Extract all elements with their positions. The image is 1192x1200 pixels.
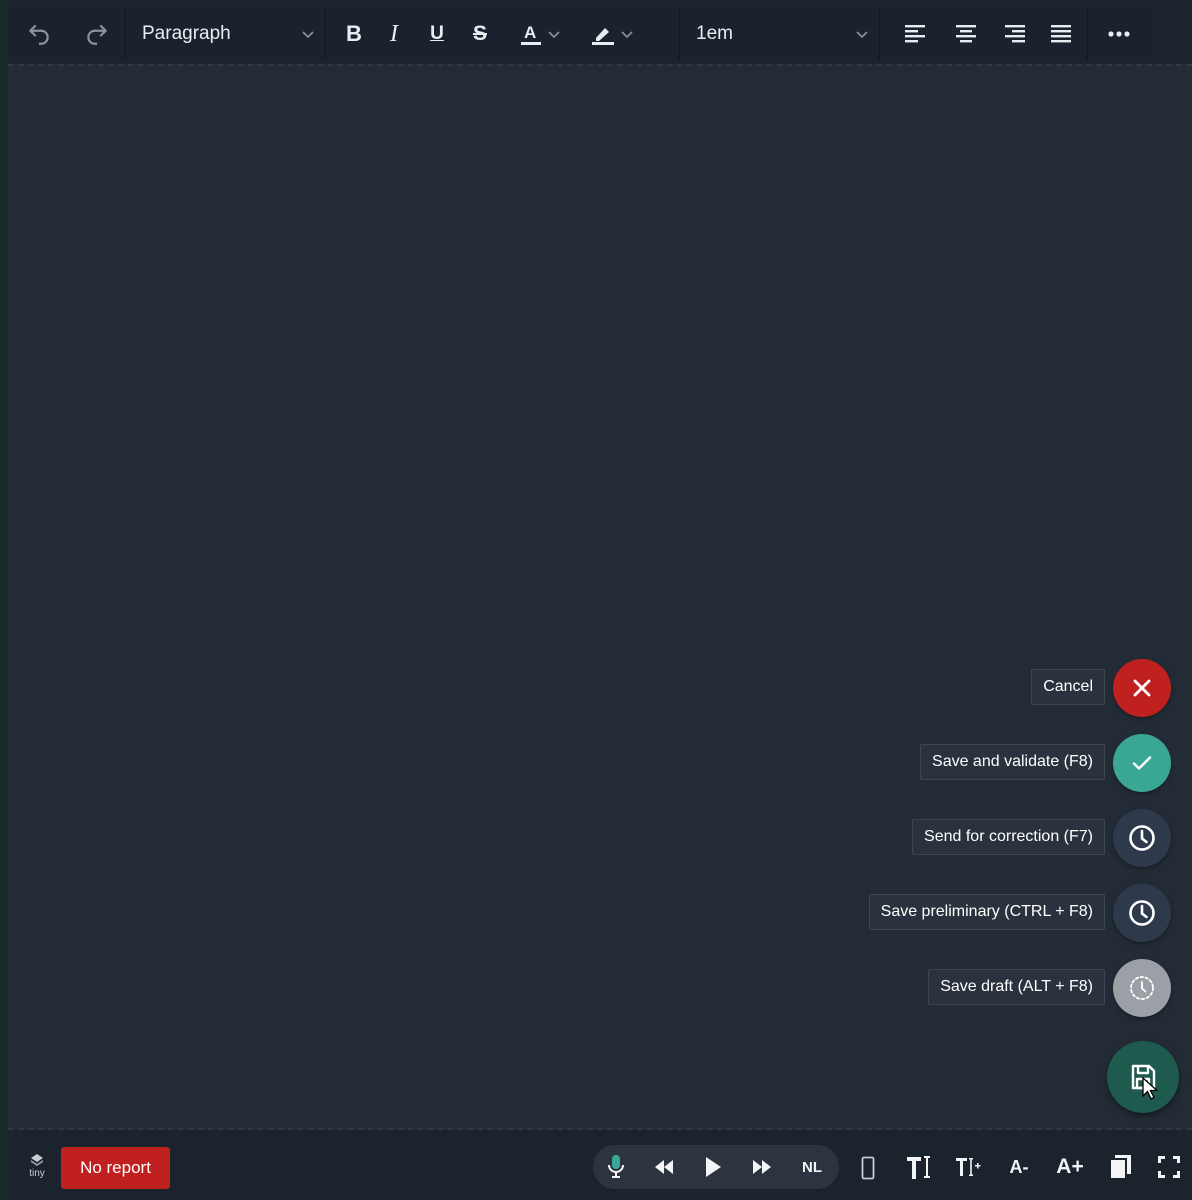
text-color-button[interactable]: A	[504, 8, 576, 60]
more-group	[1088, 8, 1150, 60]
window-left-edge	[0, 0, 8, 1200]
clock-icon	[1129, 900, 1155, 926]
save-validate-button[interactable]	[1113, 734, 1171, 792]
redo-button[interactable]	[69, 8, 125, 60]
italic-button[interactable]: I	[370, 8, 418, 60]
rewind-icon	[655, 1160, 673, 1174]
alignment-group	[880, 8, 1088, 60]
tiny-logo-icon	[31, 1154, 43, 1166]
microphone-icon	[608, 1155, 624, 1178]
bold-icon: B	[346, 21, 362, 46]
font-size-value: 1em	[696, 23, 733, 44]
save-preliminary-label[interactable]: Save preliminary (CTRL + F8)	[868, 894, 1105, 930]
microphone-button[interactable]	[605, 1153, 627, 1181]
block-format-value: Paragraph	[142, 23, 231, 44]
align-left-icon	[905, 25, 925, 43]
status-bar: tiny No report NL A- A+	[8, 1134, 1192, 1200]
underline-icon: U	[430, 23, 444, 44]
send-correction-label[interactable]: Send for correction (F7)	[912, 819, 1105, 855]
cancel-button[interactable]	[1113, 659, 1171, 717]
fast-forward-icon	[753, 1160, 771, 1174]
align-center-icon	[956, 25, 976, 43]
play-icon	[706, 1157, 721, 1177]
justify-button[interactable]	[1038, 8, 1084, 60]
text-cursor-icon	[907, 1156, 930, 1179]
block-format-dropdown[interactable]: Paragraph	[126, 8, 326, 60]
strikethrough-icon: S	[472, 22, 487, 45]
editor-toolbar: Paragraph B I U S A 1em	[8, 8, 1150, 60]
text-insert-button[interactable]	[954, 1154, 982, 1180]
svg-text:A: A	[524, 23, 536, 42]
save-draft-button[interactable]	[1113, 959, 1171, 1017]
highlight-icon	[592, 28, 614, 45]
align-left-button[interactable]	[890, 8, 942, 60]
save-validate-label[interactable]: Save and validate (F8)	[920, 744, 1105, 780]
more-icon	[1108, 31, 1130, 37]
chevron-down-icon	[621, 31, 633, 39]
font-size-dropdown[interactable]: 1em	[680, 8, 880, 60]
chevron-down-icon	[548, 31, 560, 39]
mouse-cursor-icon	[1142, 1077, 1158, 1100]
mobile-view-button[interactable]	[858, 1154, 878, 1182]
save-preliminary-button[interactable]	[1113, 884, 1171, 942]
cancel-label[interactable]: Cancel	[1031, 669, 1105, 705]
copy-icon	[1109, 1155, 1131, 1180]
send-correction-button[interactable]	[1113, 809, 1171, 867]
chevron-down-icon	[302, 31, 314, 39]
rewind-button[interactable]	[651, 1157, 677, 1177]
undo-icon	[28, 24, 49, 45]
align-right-icon	[1005, 25, 1025, 43]
save-menu-fab[interactable]	[1107, 1041, 1179, 1113]
mobile-device-icon	[861, 1156, 875, 1180]
chevron-down-icon	[856, 31, 868, 39]
check-icon	[1132, 756, 1152, 770]
format-group: B I U S A	[326, 8, 680, 60]
tiny-logo-text: tiny	[29, 1168, 45, 1179]
save-draft-label[interactable]: Save draft (ALT + F8)	[928, 969, 1105, 1005]
font-decrease-button[interactable]: A-	[1004, 1154, 1034, 1180]
text-cursor-button[interactable]	[904, 1152, 934, 1182]
text-color-icon: A	[521, 23, 541, 45]
copy-button[interactable]	[1106, 1152, 1134, 1182]
highlight-button[interactable]	[576, 8, 648, 60]
underline-button[interactable]: U	[418, 8, 456, 60]
text-insert-icon	[956, 1158, 981, 1176]
play-button[interactable]	[701, 1155, 725, 1179]
fullscreen-icon	[1158, 1156, 1180, 1178]
dictation-player: NL	[593, 1145, 839, 1189]
language-button[interactable]: NL	[797, 1155, 827, 1179]
fullscreen-button[interactable]	[1154, 1152, 1184, 1182]
undo-button[interactable]	[8, 8, 69, 60]
fast-forward-button[interactable]	[749, 1157, 775, 1177]
more-button[interactable]	[1088, 8, 1150, 60]
italic-icon: I	[390, 20, 398, 47]
tiny-logo: tiny	[26, 1154, 48, 1182]
bold-button[interactable]: B	[338, 8, 370, 60]
clock-icon	[1129, 825, 1155, 851]
strikethrough-button[interactable]: S	[456, 8, 504, 60]
no-report-button[interactable]: No report	[61, 1147, 170, 1189]
justify-icon	[1051, 25, 1071, 43]
align-center-button[interactable]	[942, 8, 990, 60]
font-increase-button[interactable]: A+	[1052, 1152, 1088, 1182]
close-icon	[1133, 679, 1151, 697]
dashed-clock-icon	[1130, 976, 1154, 1000]
redo-icon	[87, 24, 108, 45]
align-right-button[interactable]	[990, 8, 1038, 60]
history-group	[8, 8, 126, 60]
